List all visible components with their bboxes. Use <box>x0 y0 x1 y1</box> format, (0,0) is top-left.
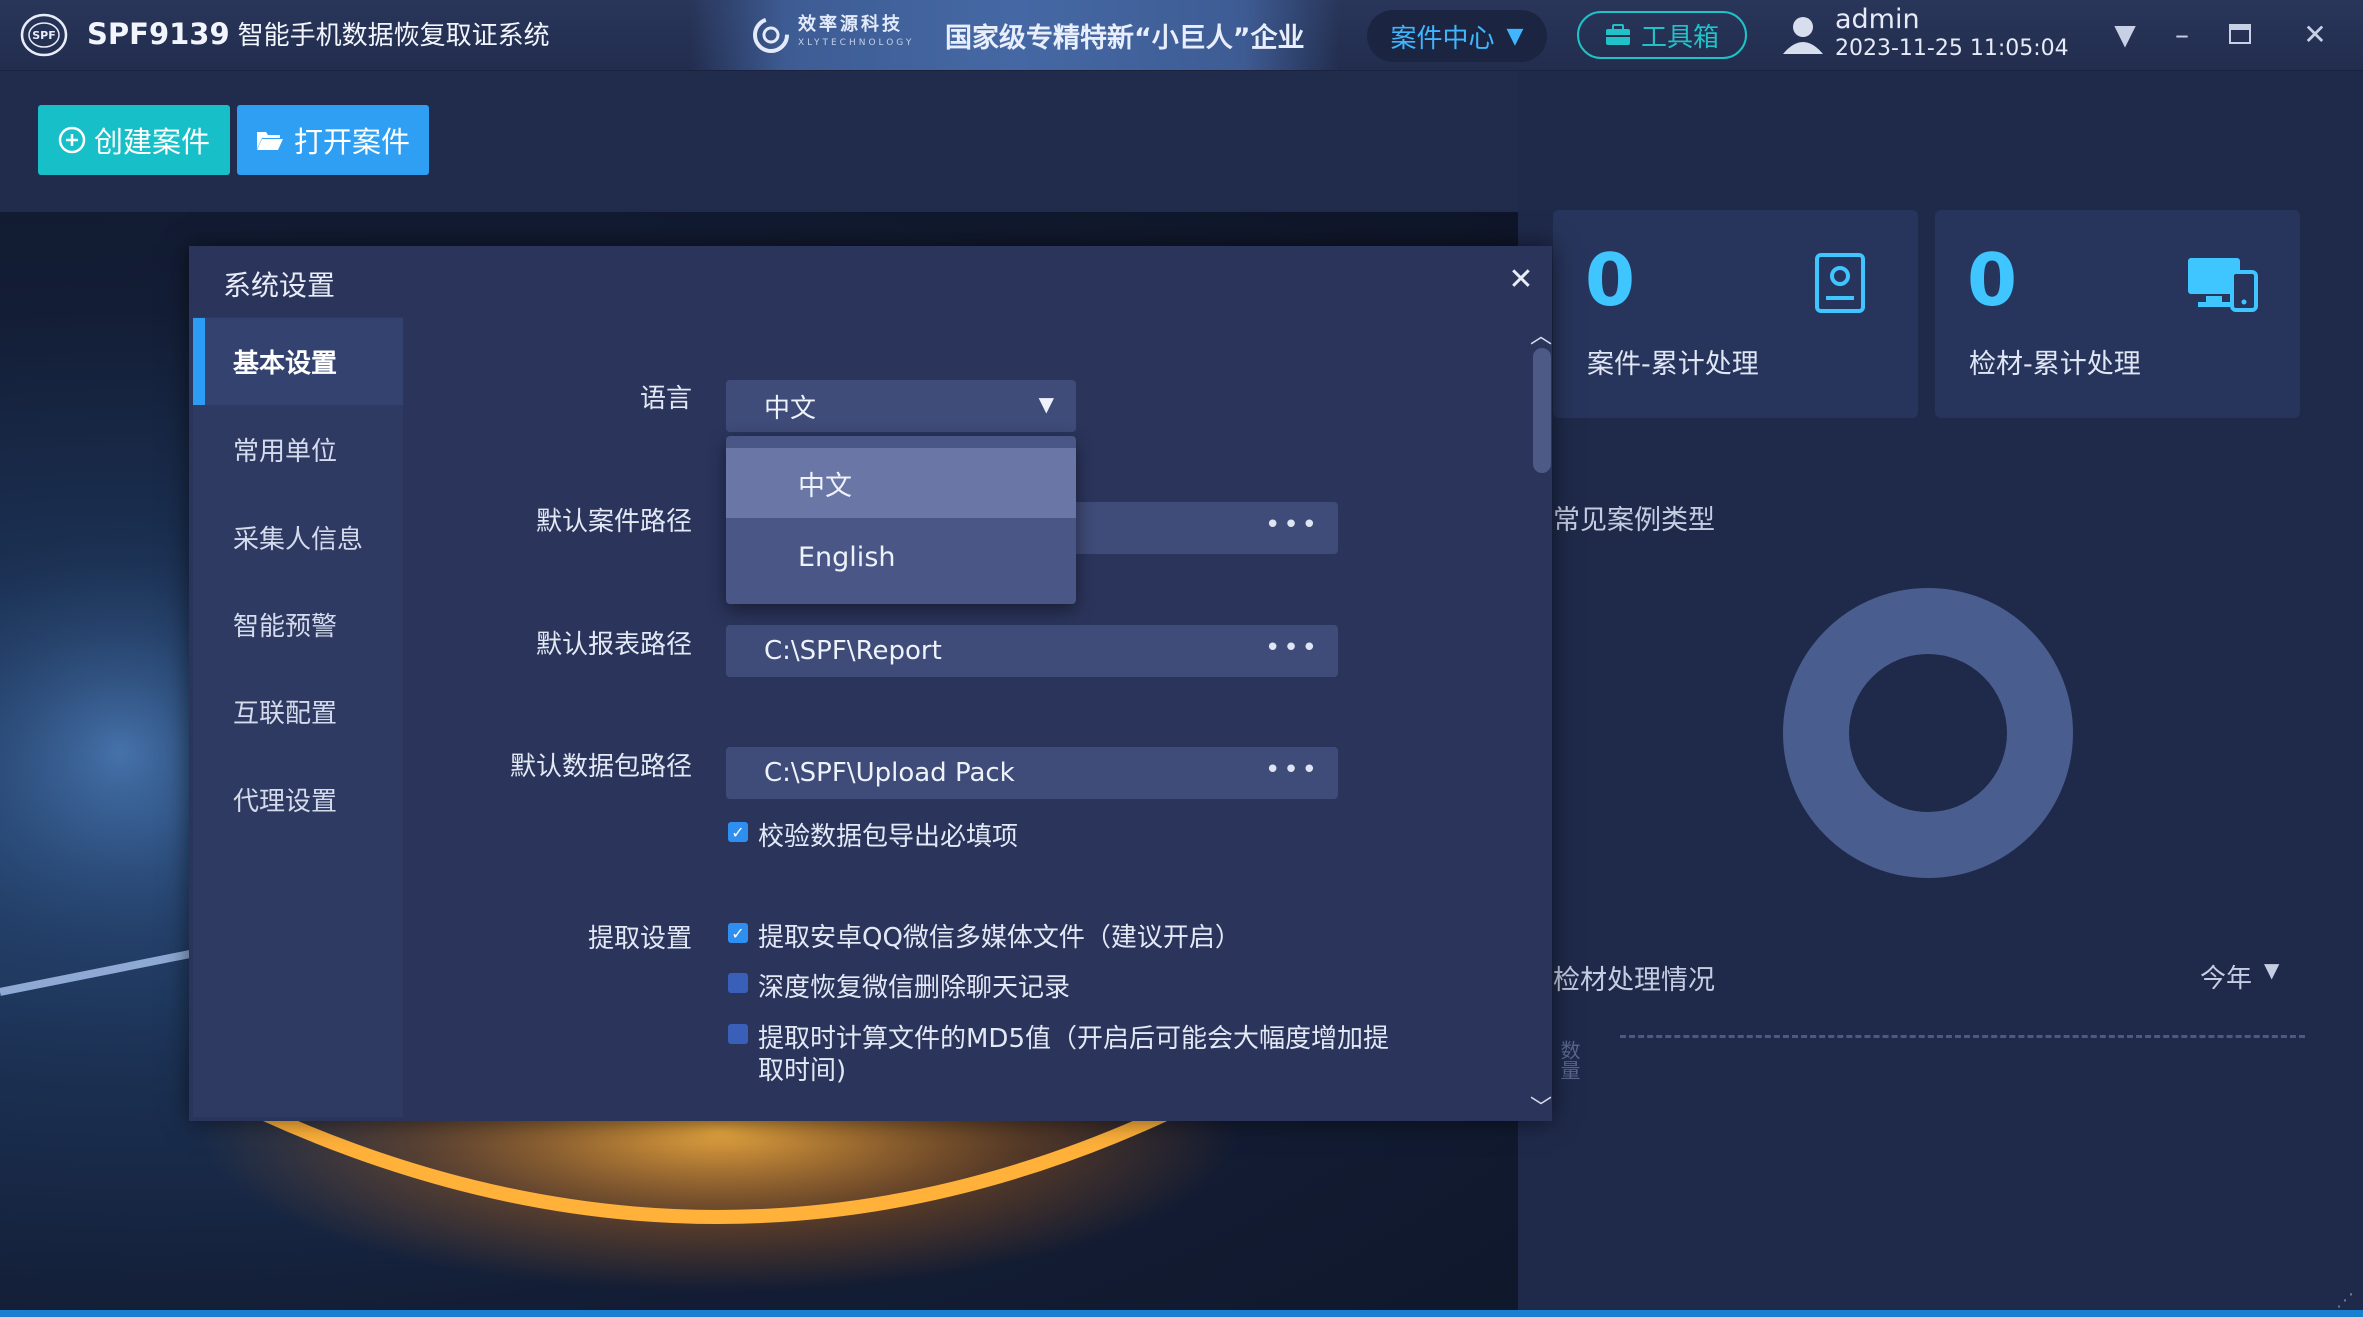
common-case-types-title: 常见案例类型 <box>1553 505 1715 536</box>
verify-pack-checkbox[interactable]: ✓ <box>728 822 748 842</box>
resize-grip-icon[interactable]: ⋰ <box>2336 1290 2356 1311</box>
chart-baseline <box>1620 1035 2305 1038</box>
nav-item-alert[interactable]: 智能预警 <box>193 581 403 668</box>
md5-label: 提取时计算文件的MD5值（开启后可能会大幅度增加提 <box>758 1024 1389 1054</box>
report-path-field[interactable]: C:\SPF\Report ••• <box>726 625 1338 677</box>
deep-recover-checkbox[interactable] <box>728 973 748 993</box>
logo-text: SPF <box>32 29 56 42</box>
open-case-button[interactable]: 打开案件 <box>237 105 429 175</box>
current-datetime: 2023-11-25 11:05:04 <box>1835 36 2069 61</box>
md5-label-continued: 取时间) <box>758 1056 847 1086</box>
app-title: SPF9139 智能手机数据恢复取证系统 <box>87 15 550 52</box>
create-case-button[interactable]: 创建案件 <box>38 105 230 175</box>
extract-media-label: 提取安卓QQ微信多媒体文件（建议开启） <box>758 923 1241 953</box>
stat-cases-label: 案件-累计处理 <box>1587 349 1759 380</box>
app-name: SPF9139 <box>87 17 230 51</box>
case-types-donut-chart <box>1783 588 2073 878</box>
verify-pack-label: 校验数据包导出必填项 <box>758 822 1019 852</box>
user-avatar-icon[interactable] <box>1778 10 1828 60</box>
chevron-down-icon: ▼ <box>2264 958 2280 982</box>
report-path-value: C:\SPF\Report <box>764 636 942 666</box>
stat-materials-value: 0 <box>1967 238 2018 322</box>
period-label: 今年 <box>2200 964 2253 994</box>
maximize-icon[interactable] <box>2220 14 2260 54</box>
app-subtitle: 智能手机数据恢复取证系统 <box>237 21 550 51</box>
browse-report-path-icon[interactable]: ••• <box>1265 633 1320 663</box>
pack-path-value: C:\SPF\Upload Pack <box>764 758 1015 788</box>
browse-pack-path-icon[interactable]: ••• <box>1265 755 1320 785</box>
company-name: 效率源科技 <box>798 14 903 35</box>
scroll-up-icon[interactable]: ︿ <box>1530 318 1552 350</box>
scrollbar-thumb[interactable] <box>1533 348 1551 473</box>
devices-icon <box>2188 258 2258 312</box>
nav-item-basic[interactable]: 基本设置 <box>193 318 403 405</box>
deep-recover-label: 深度恢复微信删除聊天记录 <box>758 973 1071 1003</box>
company-logo-icon <box>753 17 789 53</box>
language-label: 语言 <box>639 384 692 414</box>
bottom-strip <box>0 1310 2363 1317</box>
id-card-icon <box>1815 253 1865 313</box>
create-case-label: 创建案件 <box>93 125 210 159</box>
close-icon[interactable]: ✕ <box>1505 262 1537 297</box>
case-center-label: 案件中心 <box>1390 23 1495 54</box>
stat-materials-label: 检材-累计处理 <box>1969 349 2141 380</box>
dialog-title: 系统设置 <box>223 269 336 302</box>
language-option-english[interactable]: English <box>726 522 1076 592</box>
nav-item-units[interactable]: 常用单位 <box>193 406 403 493</box>
company-name-en: XLYTECHNOLOGY <box>798 38 915 48</box>
extract-media-checkbox[interactable]: ✓ <box>728 923 748 943</box>
chevron-down-icon: ▼ <box>1038 392 1054 416</box>
language-option-chinese[interactable]: 中文 <box>726 448 1076 518</box>
nav-active-indicator <box>193 318 205 405</box>
folder-open-icon <box>256 132 283 150</box>
app-logo-icon: SPF <box>20 13 68 57</box>
user-name: admin <box>1835 4 1920 35</box>
user-menu-chevron-icon[interactable]: ▼ <box>2105 14 2145 54</box>
pack-path-label: 默认数据包路径 <box>509 752 692 782</box>
md5-checkbox[interactable] <box>728 1024 748 1044</box>
close-window-icon[interactable]: ✕ <box>2295 14 2335 54</box>
company-slogan: 国家级专精特新“小巨人”企业 <box>945 23 1305 54</box>
scroll-down-icon[interactable]: ﹀ <box>1530 1090 1552 1122</box>
report-path-label: 默认报表路径 <box>535 630 692 660</box>
nav-item-proxy[interactable]: 代理设置 <box>193 756 403 843</box>
chevron-down-icon: ▼ <box>1506 23 1524 49</box>
stat-cases-value: 0 <box>1585 238 1636 322</box>
y-axis-label: 数量 <box>1557 1040 1581 1080</box>
briefcase-icon <box>1605 24 1630 45</box>
language-select[interactable]: 中文 ▼ <box>726 380 1076 432</box>
minimize-icon[interactable]: – <box>2162 14 2202 54</box>
case-center-dropdown[interactable]: 案件中心 ▼ <box>1367 10 1547 62</box>
plus-circle-icon <box>58 126 86 154</box>
nav-item-collector[interactable]: 采集人信息 <box>193 494 403 581</box>
pack-path-field[interactable]: C:\SPF\Upload Pack ••• <box>726 747 1338 799</box>
exam-processing-title: 检材处理情况 <box>1553 965 1715 996</box>
language-value: 中文 <box>764 393 817 424</box>
browse-case-path-icon[interactable]: ••• <box>1265 510 1320 540</box>
open-case-label: 打开案件 <box>293 125 410 159</box>
nav-item-interconnect[interactable]: 互联配置 <box>193 668 403 755</box>
period-dropdown[interactable]: 今年 ▼ <box>2200 958 2279 995</box>
toolbox-label: 工具箱 <box>1640 22 1719 53</box>
case-path-label: 默认案件路径 <box>535 507 692 537</box>
toolbox-button[interactable]: 工具箱 <box>1577 11 1747 59</box>
extract-settings-label: 提取设置 <box>587 924 692 954</box>
